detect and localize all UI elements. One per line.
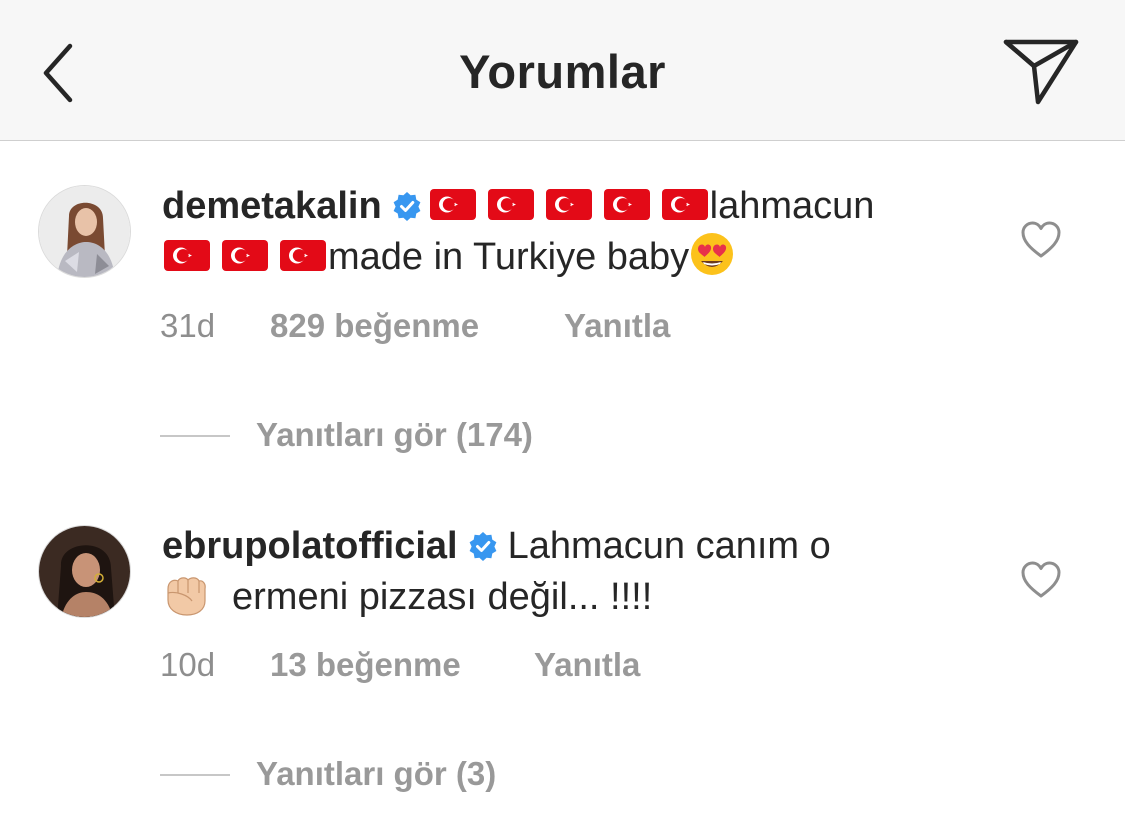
view-replies-button[interactable]: Yanıtları gör (174) <box>160 416 590 456</box>
avatar[interactable] <box>38 185 131 278</box>
replies-divider <box>160 435 230 437</box>
turkey-flag-icon <box>280 240 326 271</box>
turkey-flag-icon <box>546 189 592 220</box>
replies-divider <box>160 774 230 776</box>
turkey-flag-icon <box>222 240 268 271</box>
top-bar: Yorumlar <box>0 0 1125 141</box>
share-button[interactable] <box>1000 36 1082 108</box>
send-icon <box>1003 39 1079 105</box>
verified-badge-icon <box>468 531 498 561</box>
likes-count[interactable]: 829 beğenme <box>270 307 479 345</box>
heart-icon <box>1020 560 1062 600</box>
view-replies-label: Yanıtları gör (174) <box>256 416 533 453</box>
comment-time: 10d <box>160 646 216 683</box>
turkey-flag-icon <box>430 189 476 220</box>
reply-button[interactable]: Yanıtla <box>564 307 670 345</box>
comment-text-part2: made in Turkiye baby <box>328 236 690 278</box>
heart-eyes-emoji-icon <box>691 233 734 275</box>
like-button[interactable] <box>1020 560 1062 600</box>
turkey-flag-icon <box>604 189 650 220</box>
like-button[interactable] <box>1020 220 1062 260</box>
comment-username[interactable]: demetakalin <box>162 185 382 227</box>
comment-text: ebrupolatofficial Lahmacun canım o ermeni… <box>162 522 962 622</box>
turkey-flag-icon <box>164 240 210 271</box>
comment-text-part1: lahmacun <box>709 185 875 227</box>
fist-emoji-icon <box>167 577 206 616</box>
view-replies-label: Yanıtları gör (3) <box>256 755 497 792</box>
turkey-flag-icon <box>662 189 708 220</box>
comment-username[interactable]: ebrupolatofficial <box>162 525 458 567</box>
verified-badge-icon <box>392 191 422 221</box>
reply-button[interactable]: Yanıtla <box>534 646 640 684</box>
heart-icon <box>1020 220 1062 260</box>
view-replies-button[interactable]: Yanıtları gör (3) <box>160 755 560 795</box>
comment-text-part2: ermeni pizzası değil... !!!! <box>232 576 653 618</box>
avatar[interactable] <box>38 525 131 618</box>
comment-time: 31d <box>160 307 216 344</box>
comment-text: demetakalin lahmacun made in Turkiye baby <box>162 182 962 282</box>
comment-text-part1: Lahmacun canım o <box>507 525 831 567</box>
likes-count[interactable]: 13 beğenme <box>270 646 461 684</box>
page-title: Yorumlar <box>459 45 666 98</box>
turkey-flag-icon <box>488 189 534 220</box>
